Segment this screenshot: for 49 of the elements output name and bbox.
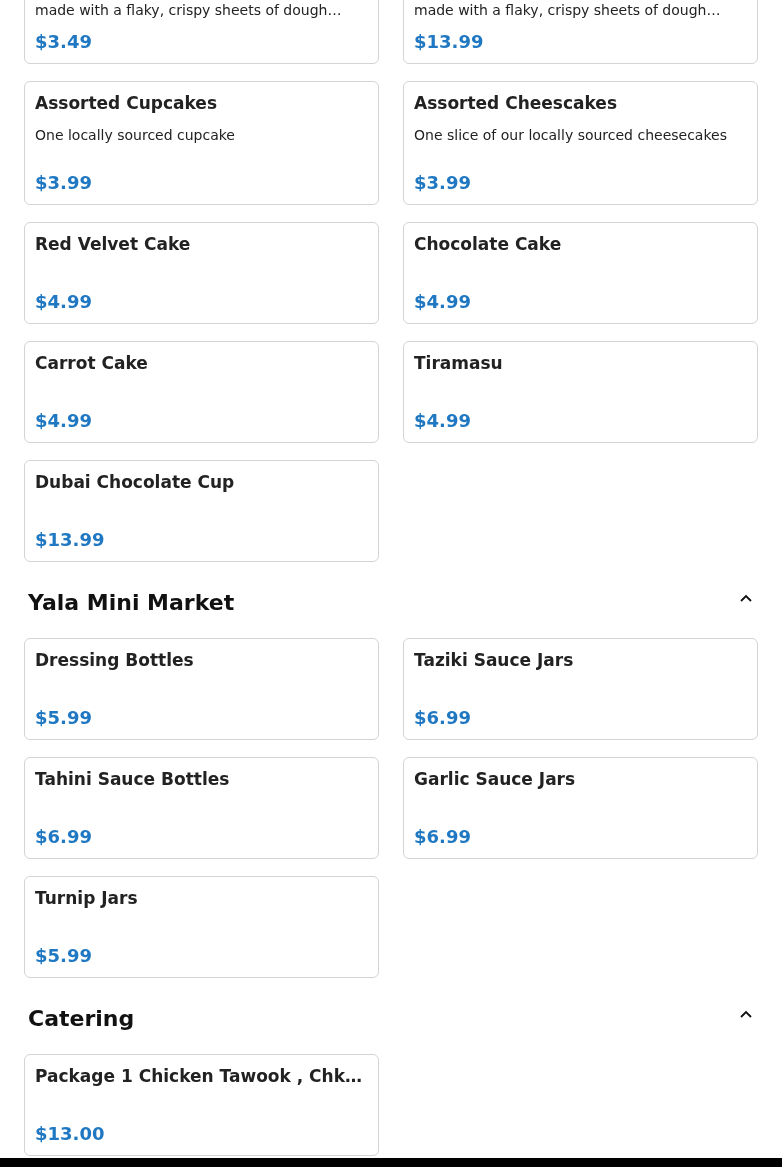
menu-item-card[interactable]: Chocolate Cake $4.99 — [403, 222, 758, 324]
item-price: $3.99 — [414, 171, 472, 194]
item-price: $13.00 — [35, 1122, 106, 1145]
item-name: Assorted Cupcakes — [35, 92, 218, 114]
menu-item-card[interactable]: Assorted Cheescakes One slice of our locally sourced cheesecakes $3.99 — [403, 81, 758, 205]
item-name: Garlic Sauce Jars — [414, 768, 577, 790]
item-price: $3.49 — [35, 30, 93, 53]
menu-item-card[interactable]: Taziki Sauce Jars $6.99 — [403, 638, 758, 740]
menu-item-card[interactable]: Package 1 Chicken Tawook , Chk… $13.00 — [24, 1054, 379, 1156]
menu-item-card[interactable]: made with a flaky, crispy sheets of dough… $3.49 — [24, 0, 379, 64]
menu-item-card[interactable]: Dubai Chocolate Cup $13.99 — [24, 460, 379, 562]
item-description: made with a flaky, crispy sheets of dough… — [414, 1, 722, 19]
menu-item-card[interactable]: Tahini Sauce Bottles $6.99 — [24, 757, 379, 859]
item-price: $3.99 — [35, 171, 93, 194]
item-price: $4.99 — [35, 409, 93, 432]
item-price: $4.99 — [414, 409, 472, 432]
item-name: Carrot Cake — [35, 352, 149, 374]
menu-item-card[interactable]: Garlic Sauce Jars $6.99 — [403, 757, 758, 859]
item-description: One locally sourced cupcake — [35, 126, 236, 144]
item-price: $6.99 — [35, 825, 93, 848]
item-price: $4.99 — [35, 290, 93, 313]
item-price: $6.99 — [414, 706, 472, 729]
item-name: Package 1 Chicken Tawook , Chk… — [35, 1065, 363, 1087]
item-price: $5.99 — [35, 706, 93, 729]
item-price: $6.99 — [414, 825, 472, 848]
item-name: Dubai Chocolate Cup — [35, 471, 236, 493]
menu-item-card[interactable]: Dressing Bottles $5.99 — [24, 638, 379, 740]
item-price: $4.99 — [414, 290, 472, 313]
section-title: Yala Mini Market — [28, 589, 235, 617]
item-name: Dressing Bottles — [35, 649, 195, 671]
item-name: Assorted Cheescakes — [414, 92, 618, 114]
item-price: $5.99 — [35, 944, 93, 967]
item-description: made with a flaky, crispy sheets of dough… — [35, 1, 343, 19]
item-price: $13.99 — [414, 30, 485, 53]
item-name: Red Velvet Cake — [35, 233, 192, 255]
menu-item-card[interactable]: Carrot Cake $4.99 — [24, 341, 379, 443]
menu-item-card[interactable]: made with a flaky, crispy sheets of dough… $13.99 — [403, 0, 758, 64]
item-description: One slice of our locally sourced cheesecakes — [414, 126, 728, 144]
item-name: Taziki Sauce Jars — [414, 649, 575, 671]
item-name: Turnip Jars — [35, 887, 139, 909]
section-title: Catering — [28, 1005, 135, 1033]
menu-item-card[interactable]: Tiramasu $4.99 — [403, 341, 758, 443]
item-name: Tiramasu — [414, 352, 504, 374]
item-name: Chocolate Cake — [414, 233, 563, 255]
menu-item-card[interactable]: Red Velvet Cake $4.99 — [24, 222, 379, 324]
item-price: $13.99 — [35, 528, 106, 551]
menu-item-card[interactable]: Turnip Jars $5.99 — [24, 876, 379, 978]
item-name: Tahini Sauce Bottles — [35, 768, 231, 790]
menu-item-card[interactable]: Assorted Cupcakes One locally sourced cupcake $3.99 — [24, 81, 379, 205]
